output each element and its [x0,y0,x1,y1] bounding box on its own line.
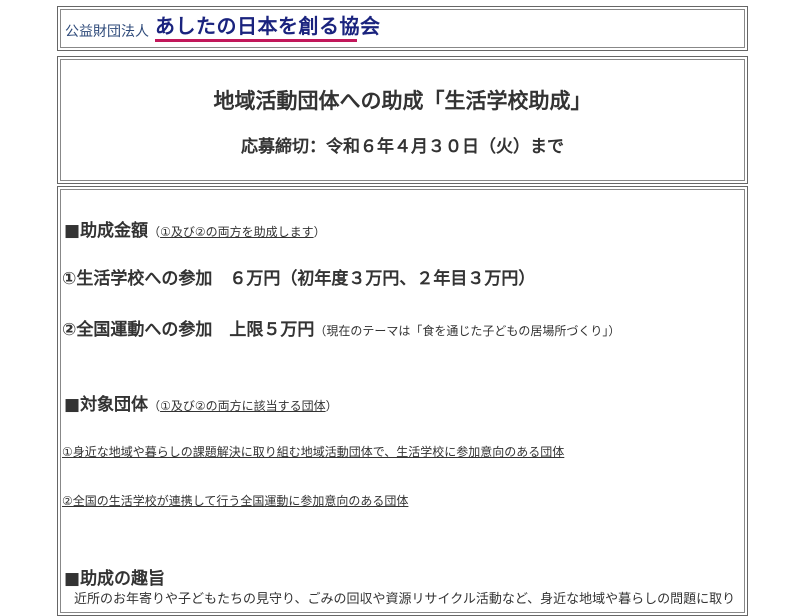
eligible-note-close: ） [325,399,338,413]
grant-amount-note: ①及び②の両方を助成します [160,225,314,239]
section-heading-purpose: ■助成の趣旨 [64,564,165,589]
grant-item-2-note: （現在のテーマは「食を通じた子どもの居場所づくり」） [314,324,621,338]
bullet-square-icon: ■ [64,221,81,241]
main-content: ■助成金額（①及び②の両方を助成します） ①生活学校への参加 ６万円（初年度３万… [57,186,748,616]
application-deadline: 応募締切：令和６年４月３０日（火）まで [241,137,564,157]
grant-amount-note-close: ） [313,225,326,239]
eligible-note: ①及び②の両方に該当する団体 [160,399,326,413]
grant-item-1: ①生活学校への参加 ６万円（初年度３万円、２年目３万円） [62,269,536,289]
eligible-heading: 対象団体 [80,395,149,415]
page-title: 地域活動団体への助成「生活学校助成」 [213,89,592,113]
section-heading-grant-amount: ■助成金額（①及び②の両方を助成します） [64,216,326,241]
header-banner: 公益財団法人 あしたの日本を創る協会 [57,6,748,51]
eligible-item-1: ①身近な地域や暮らしの課題解決に取り組む地域活動団体で、生活学校に参加意向のある… [62,445,565,459]
org-name-underline [155,39,357,42]
purpose-body: 近所のお年寄りや子どもたちの見守り、ごみの回収や資源リサイクル活動など、身近な地… [74,592,736,607]
grant-item-2-label: ②全国運動への参加 上限５万円 [62,320,315,340]
grant-item-2: ②全国運動への参加 上限５万円（現在のテーマは「食を通じた子どもの居場所づくり」… [62,315,620,340]
bullet-square-icon: ■ [64,395,81,415]
title-box-inner-border [60,59,745,181]
bullet-square-icon: ■ [64,569,81,589]
eligible-note-open: （ [148,399,161,413]
eligible-item-2: ②全国の生活学校が連携して行う全国運動に参加意向のある団体 [62,494,409,508]
grant-amount-heading: 助成金額 [80,221,149,241]
purpose-heading: 助成の趣旨 [80,569,166,589]
org-name-logo[interactable]: あしたの日本を創る協会 [155,10,381,39]
grant-amount-note-open: （ [148,225,161,239]
section-heading-eligible: ■対象団体（①及び②の両方に該当する団体） [64,390,338,415]
org-prefix: 公益財団法人 [65,24,149,40]
title-box: 地域活動団体への助成「生活学校助成」 応募締切：令和６年４月３０日（火）まで [57,56,748,184]
